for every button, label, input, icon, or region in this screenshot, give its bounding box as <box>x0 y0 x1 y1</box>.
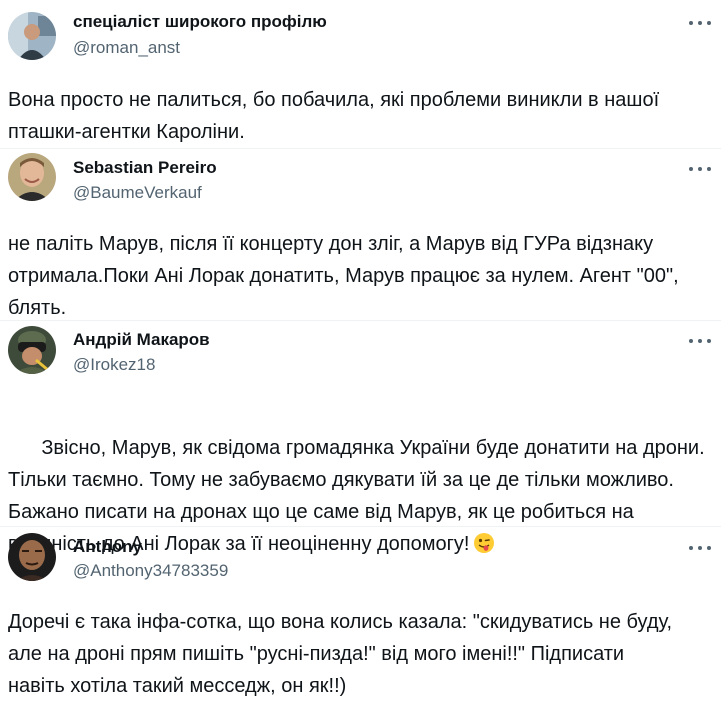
more-options-icon[interactable] <box>689 14 711 32</box>
divider <box>0 320 721 321</box>
more-options-icon[interactable] <box>689 160 711 178</box>
display-name[interactable]: Андрій Макаров <box>73 330 210 350</box>
avatar[interactable] <box>8 153 56 201</box>
tweet-text: не паліть Марув, після її концерту дон з… <box>8 233 679 319</box>
user-handle[interactable]: @BaumeVerkauf <box>73 183 202 203</box>
avatar[interactable] <box>8 533 56 581</box>
divider <box>0 526 721 527</box>
avatar[interactable] <box>8 12 56 60</box>
tweet-text: Доречі є така інфа-сотка, що вона колись… <box>8 611 673 697</box>
more-options-icon[interactable] <box>689 539 711 557</box>
winking-face-with-tongue-icon <box>473 532 495 554</box>
user-handle[interactable]: @roman_anst <box>73 38 180 58</box>
tweet-feed: спеціаліст широкого профілю @roman_anst … <box>0 0 721 703</box>
display-name[interactable]: Sebastian Pereiro <box>73 158 217 178</box>
divider <box>0 148 721 149</box>
display-name[interactable]: Anthony <box>73 537 142 557</box>
tweet-text: Вона просто не палиться, бо побачила, як… <box>8 89 660 143</box>
display-name[interactable]: спеціаліст широкого профілю <box>73 12 327 32</box>
user-handle[interactable]: @Anthony34783359 <box>73 561 228 581</box>
more-options-icon[interactable] <box>689 332 711 350</box>
avatar[interactable] <box>8 326 56 374</box>
user-handle[interactable]: @Irokez18 <box>73 355 155 375</box>
